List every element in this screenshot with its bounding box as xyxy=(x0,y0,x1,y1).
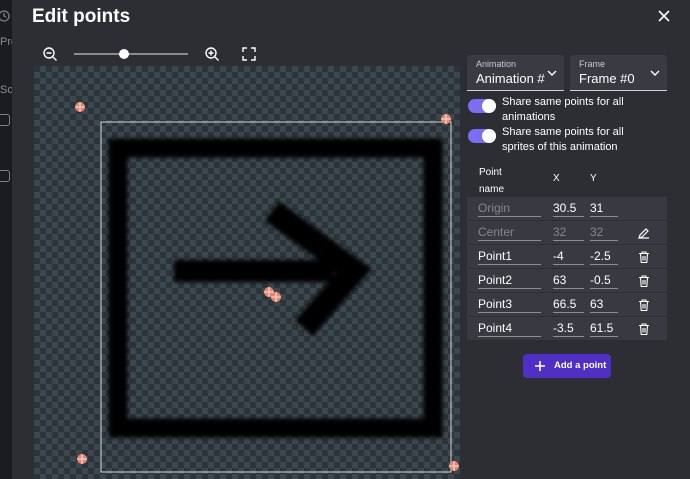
point-marker[interactable] xyxy=(271,292,281,302)
background-text-fragment: Sc xyxy=(0,84,13,96)
point-y-field[interactable]: 61.5 xyxy=(590,321,618,337)
background-field xyxy=(0,114,10,126)
zoom-slider-track xyxy=(74,53,188,55)
frame-select-value: Frame #0 xyxy=(579,71,635,86)
point-name-field: Origin xyxy=(478,201,541,217)
point-x-field[interactable]: -4 xyxy=(553,249,584,265)
table-row: Point2 63 -0.5 xyxy=(467,269,667,293)
toggle-knob xyxy=(482,129,496,143)
table-row: Point4 -3.5 61.5 xyxy=(467,317,667,341)
column-header-x: X xyxy=(553,173,560,184)
point-name-field[interactable]: Point4 xyxy=(478,321,541,337)
dialog-title: Edit points xyxy=(32,6,131,27)
share-points-animations-toggle[interactable] xyxy=(468,99,496,113)
animation-select-label: Animation xyxy=(476,59,517,69)
sprite-image xyxy=(108,138,443,438)
table-row: Origin 30.5 31 xyxy=(467,197,667,221)
point-marker[interactable] xyxy=(441,114,451,124)
point-marker[interactable] xyxy=(449,461,459,471)
point-marker[interactable] xyxy=(77,454,87,464)
point-y-field[interactable]: -0.5 xyxy=(590,273,618,289)
point-x-field[interactable]: -3.5 xyxy=(553,321,584,337)
points-table: Origin 30.5 31 Center 32 32 Point1 -4 -2… xyxy=(467,197,667,341)
point-name-field[interactable]: Point1 xyxy=(478,249,541,265)
point-name-field[interactable]: Point3 xyxy=(478,297,541,313)
table-row: Point1 -4 -2.5 xyxy=(467,245,667,269)
zoom-in-icon[interactable] xyxy=(204,46,220,62)
close-icon[interactable] xyxy=(656,8,672,24)
zoom-slider-thumb[interactable] xyxy=(119,49,129,59)
sprite-canvas[interactable] xyxy=(34,66,460,479)
point-name-field: Center xyxy=(478,225,541,241)
edit-points-dialog: Edit points Animation Animation # Frame … xyxy=(12,0,690,479)
column-header-y: Y xyxy=(590,173,597,184)
animation-select-value: Animation # xyxy=(476,71,545,86)
trash-icon[interactable] xyxy=(637,274,651,288)
column-header-name: Point name xyxy=(479,167,505,195)
point-x-field[interactable]: 66.5 xyxy=(553,297,584,313)
add-point-button[interactable]: Add a point xyxy=(523,354,611,378)
point-y-field[interactable]: 31 xyxy=(590,201,618,217)
point-y-field[interactable]: 63 xyxy=(590,297,618,313)
table-row: Center 32 32 xyxy=(467,221,667,245)
toggle-label: Share same points for all animations xyxy=(502,96,624,123)
table-row: Point3 66.5 63 xyxy=(467,293,667,317)
point-x-field: 32 xyxy=(553,225,584,241)
point-x-field[interactable]: 30.5 xyxy=(553,201,584,217)
point-y-field: 32 xyxy=(590,225,618,241)
frame-select[interactable]: Frame Frame #0 xyxy=(570,55,667,91)
frame-select-label: Frame xyxy=(579,59,606,69)
zoom-out-icon[interactable] xyxy=(42,46,58,62)
chevron-down-icon xyxy=(650,70,660,76)
point-x-field[interactable]: 63 xyxy=(553,273,584,289)
fit-to-view-icon[interactable] xyxy=(241,46,257,62)
add-point-label: Add a point xyxy=(554,360,607,371)
history-icon xyxy=(0,10,10,22)
point-marker[interactable] xyxy=(75,102,85,112)
plus-icon xyxy=(535,361,545,371)
trash-icon[interactable] xyxy=(637,322,651,336)
trash-icon[interactable] xyxy=(637,250,651,264)
edit-icon[interactable] xyxy=(637,226,651,240)
point-name-field[interactable]: Point2 xyxy=(478,273,541,289)
trash-icon[interactable] xyxy=(637,298,651,312)
point-y-field[interactable]: -2.5 xyxy=(590,249,618,265)
toggle-label: Share same points for all sprites of thi… xyxy=(502,126,624,153)
zoom-slider[interactable] xyxy=(74,46,188,62)
background-field xyxy=(0,170,10,182)
animation-select[interactable]: Animation Animation # xyxy=(467,55,564,91)
share-points-sprites-toggle[interactable] xyxy=(468,129,496,143)
chevron-down-icon xyxy=(547,70,557,76)
toggle-knob xyxy=(482,99,496,113)
